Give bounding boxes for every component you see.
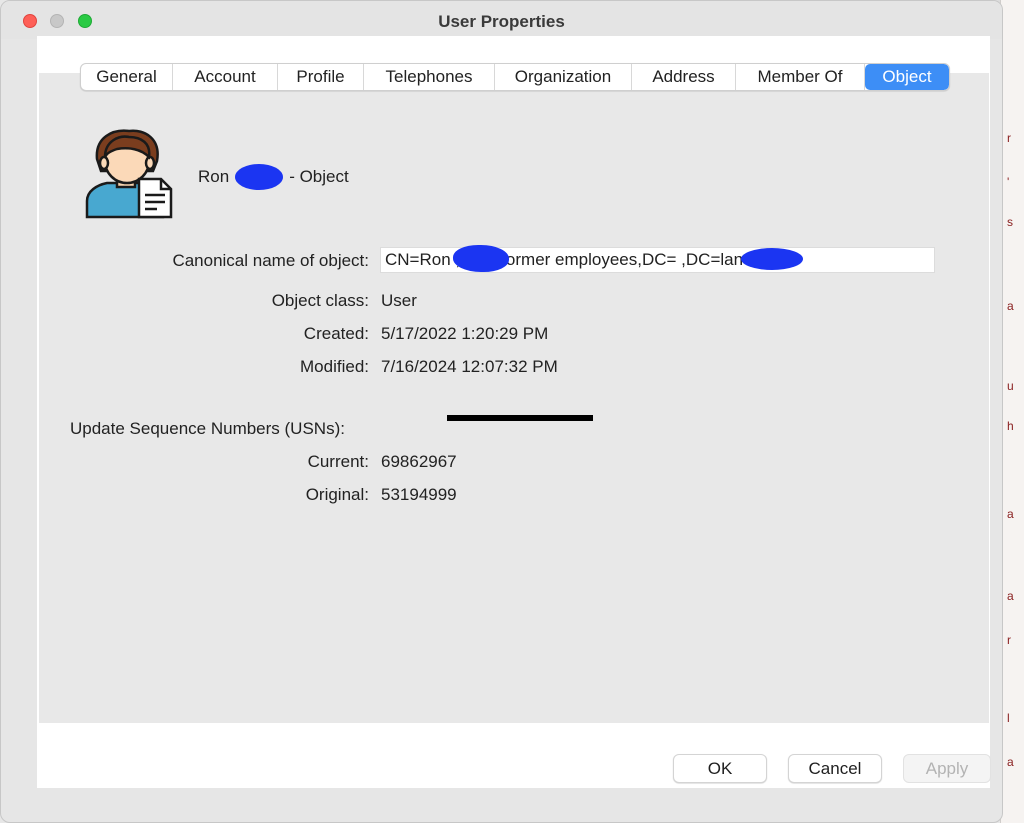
cancel-button[interactable]: Cancel [788, 754, 882, 783]
usn-current-label: Current: [307, 452, 369, 471]
usn-original-label: Original: [305, 485, 369, 504]
title-bar[interactable]: User Properties [1, 1, 1002, 39]
tab-panel [39, 73, 989, 723]
tab-profile[interactable]: Profile [278, 64, 364, 90]
tab-member-of[interactable]: Member Of [736, 64, 865, 90]
usn-current-value: 69862967 [381, 452, 457, 471]
modified-label: Modified: [300, 357, 369, 376]
tab-object[interactable]: Object [865, 64, 949, 90]
tab-general[interactable]: General [81, 64, 173, 90]
modified-value: 7/16/2024 12:07:32 PM [381, 357, 558, 376]
redaction-mark [453, 245, 509, 272]
background-app-window: r ' s a u h a a r l a [1000, 0, 1024, 823]
window-title: User Properties [438, 12, 565, 31]
tab-bar: General Account Profile Telephones Organ… [80, 63, 950, 91]
created-label: Created: [303, 324, 369, 343]
usn-original-value: 53194999 [381, 485, 457, 504]
user-properties-window: User Properties General Account Profile … [0, 0, 1003, 823]
redaction-mark [235, 164, 284, 190]
tab-telephones[interactable]: Telephones [364, 64, 495, 90]
tab-address[interactable]: Address [632, 64, 736, 90]
usn-heading: Update Sequence Numbers (USNs): [70, 419, 345, 438]
object-heading-suffix: - Object [289, 167, 349, 186]
canonical-name-label: Canonical name of object: [172, 251, 369, 270]
object-heading: Ron - Object [198, 164, 349, 190]
redaction-bar [447, 415, 593, 421]
created-value: 5/17/2022 1:20:29 PM [381, 324, 549, 343]
tab-organization[interactable]: Organization [495, 64, 632, 90]
redaction-mark [741, 248, 803, 270]
ok-button[interactable]: OK [673, 754, 767, 783]
object-first-name: Ron [198, 167, 230, 186]
object-class-value: User [381, 291, 417, 310]
user-document-icon [85, 129, 173, 219]
apply-button[interactable]: Apply [903, 754, 991, 783]
object-class-label: Object class: [271, 291, 369, 310]
tab-account[interactable]: Account [173, 64, 278, 90]
